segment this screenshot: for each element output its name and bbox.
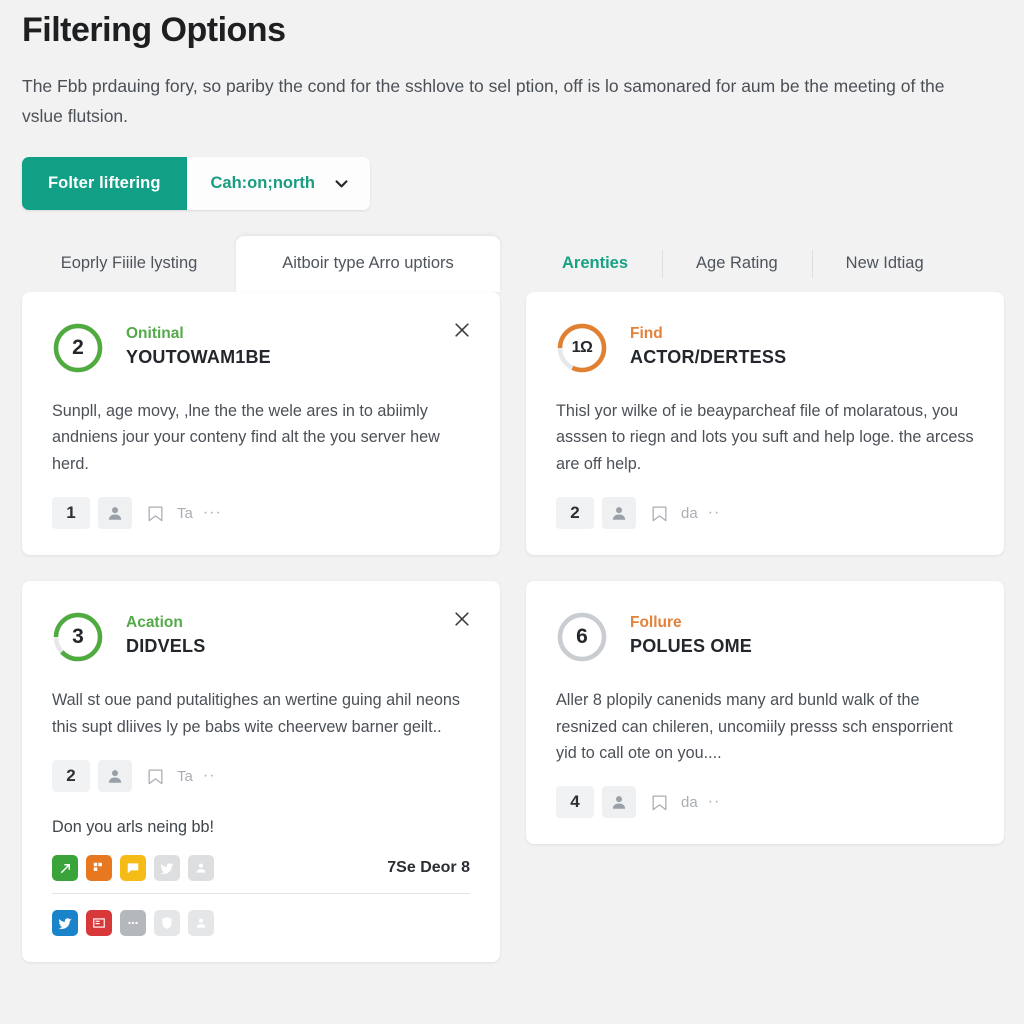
page-title: Filtering Options xyxy=(22,11,286,49)
score-ring: 3 xyxy=(52,611,104,663)
divider xyxy=(52,893,470,895)
card-heading-text: Follure POLUES OME xyxy=(630,611,752,659)
flipboard-icon[interactable] xyxy=(86,855,112,882)
more-icon[interactable]: ·· xyxy=(708,793,721,811)
meta-label: da xyxy=(681,504,698,522)
card-grid: 2 Onitinal YOUTOWAM1BE Sunpll, age movy,… xyxy=(22,291,1004,963)
filter-select-value: Cah:on;north xyxy=(210,173,315,192)
page-root: Filtering Options The Fbb prdauing fory,… xyxy=(0,0,1024,1024)
news-icon[interactable] xyxy=(86,910,112,937)
twitter-icon[interactable] xyxy=(154,855,180,882)
score-ring: 6 xyxy=(556,611,608,663)
avatar xyxy=(602,786,636,819)
card-heading-text: Find ACTOR/DERTESS xyxy=(630,322,786,370)
social-share-row: 7Se Deor 8 xyxy=(52,855,470,882)
meta-label: Ta xyxy=(177,767,193,785)
score-value: 1Ω xyxy=(571,338,593,356)
more-icon[interactable]: ·· xyxy=(203,767,216,785)
tab-new-idtiag[interactable]: New Idtiag xyxy=(811,238,958,290)
more-icon[interactable] xyxy=(120,910,146,937)
bookmark-icon[interactable] xyxy=(146,767,165,786)
bookmark-icon[interactable] xyxy=(146,504,165,523)
card-note: Don you arls neing bb! xyxy=(52,818,214,837)
close-icon[interactable] xyxy=(452,609,472,629)
card-category: Acation xyxy=(126,614,183,632)
comment-count[interactable]: 1 xyxy=(52,497,90,530)
card-item: 3 Acation DIDVELS Wall st oue pand putal… xyxy=(22,581,500,963)
card-body-text: Wall st oue pand putalitighes an wertine… xyxy=(52,691,460,736)
card-item: 1Ω Find ACTOR/DERTESS Thisl yor wilke of… xyxy=(526,291,1004,556)
card-title: YOUTOWAM1BE xyxy=(126,346,271,367)
card-item: 6 Follure POLUES OME Aller 8 plopily can… xyxy=(526,581,1004,845)
comment-count[interactable]: 2 xyxy=(556,497,594,530)
page-description: The Fbb prdauing fory, so pariby the con… xyxy=(22,75,945,126)
card-meta-row: 4 da ·· xyxy=(556,786,974,819)
tab-eoprly-fiiile-lysting[interactable]: Eoprly Fiiile lysting xyxy=(22,238,236,290)
chevron-down-icon xyxy=(333,175,350,192)
card-heading-text: Acation DIDVELS xyxy=(126,611,205,659)
card-heading-text: Onitinal YOUTOWAM1BE xyxy=(126,322,271,370)
card-body-text: Thisl yor wilke of ie beayparcheaf file … xyxy=(556,401,974,473)
more-icon[interactable]: ··· xyxy=(203,504,222,522)
card-body-text: Aller 8 plopily canenids many ard bunld … xyxy=(556,691,953,763)
social-share-row xyxy=(52,910,470,937)
tab-strip: Eoprly Fiiile lysting Aitboir type Arro … xyxy=(22,235,1002,292)
profile-icon[interactable] xyxy=(188,855,214,882)
filter-button[interactable]: Folter liftering xyxy=(22,156,187,210)
avatar xyxy=(98,497,132,530)
meta-label: Ta xyxy=(177,504,193,522)
card-category: Find xyxy=(630,324,663,342)
meta-label: da xyxy=(681,793,698,811)
avatar xyxy=(98,760,132,793)
score-value: 2 xyxy=(72,335,84,359)
more-icon[interactable]: ·· xyxy=(708,504,721,522)
comment-count[interactable]: 4 xyxy=(556,786,594,819)
card-meta-row: 2 Ta ·· xyxy=(52,760,470,793)
profile-icon[interactable] xyxy=(188,910,214,937)
card-title: POLUES OME xyxy=(630,636,753,657)
bookmark-icon[interactable] xyxy=(650,504,669,523)
avatar xyxy=(602,497,636,530)
shield-icon[interactable] xyxy=(154,910,180,937)
card-title: DIDVELS xyxy=(126,636,206,657)
card-body-text: Sunpll, age movy, ,lne the the wele ares… xyxy=(52,401,440,473)
card-header: 6 Follure POLUES OME xyxy=(556,611,974,663)
score-ring: 2 xyxy=(52,322,104,374)
tab-aitboir-type-arro-uptiors[interactable]: Aitboir type Arro uptiors xyxy=(236,235,500,292)
card-header: 2 Onitinal YOUTOWAM1BE xyxy=(52,322,470,374)
card-title: ACTOR/DERTESS xyxy=(630,346,787,367)
close-icon[interactable] xyxy=(452,320,472,340)
card-meta-row: 1 Ta ··· xyxy=(52,497,470,530)
bookmark-icon[interactable] xyxy=(650,793,669,812)
card-category: Follure xyxy=(630,614,682,632)
filter-select[interactable]: Cah:on;north xyxy=(186,156,370,210)
comment-count[interactable]: 2 xyxy=(52,760,90,793)
card-header: 3 Acation DIDVELS xyxy=(52,611,470,663)
score-ring: 1Ω xyxy=(556,322,608,374)
card-header: 1Ω Find ACTOR/DERTESS xyxy=(556,322,974,374)
score-value: 3 xyxy=(72,625,84,649)
tab-age-rating[interactable]: Age Rating xyxy=(662,238,812,290)
comment-icon[interactable] xyxy=(120,855,146,882)
card-item: 2 Onitinal YOUTOWAM1BE Sunpll, age movy,… xyxy=(22,291,500,556)
filter-control: Folter liftering Cah:on;north xyxy=(22,156,370,210)
card-meta-row: 2 da ·· xyxy=(556,497,974,530)
social-count-label: 7Se Deor 8 xyxy=(387,859,470,877)
share-icon[interactable] xyxy=(52,855,78,882)
card-category: Onitinal xyxy=(126,324,184,342)
tab-arenties[interactable]: Arenties xyxy=(528,238,662,290)
twitter-icon[interactable] xyxy=(52,910,78,937)
score-value: 6 xyxy=(576,625,588,649)
